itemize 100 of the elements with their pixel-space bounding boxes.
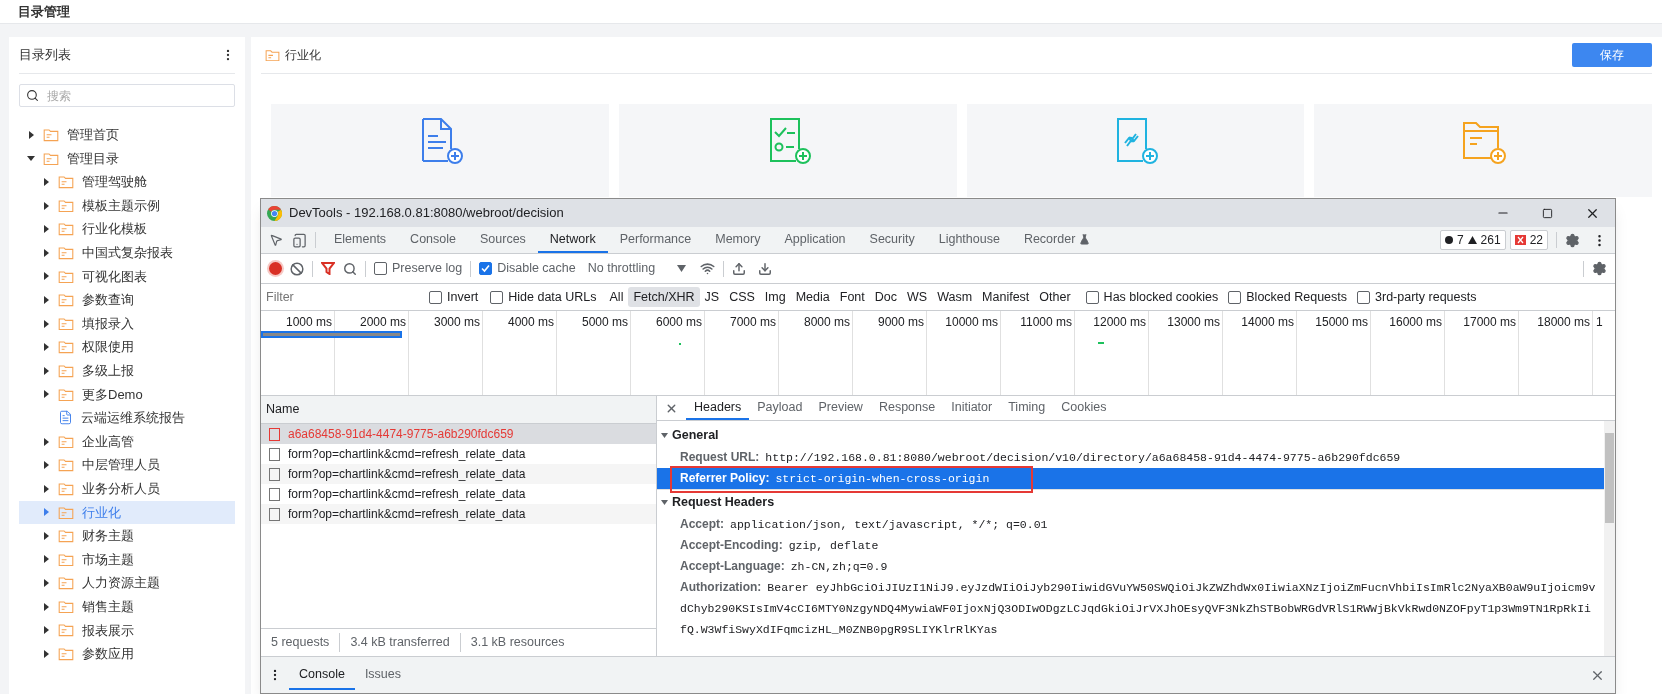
- tree-item[interactable]: 行业化模板: [19, 217, 235, 241]
- request-row[interactable]: form?op=chartlink&cmd=refresh_relate_data: [261, 504, 656, 524]
- section-title[interactable]: General: [672, 425, 719, 445]
- checkbox[interactable]: [1357, 290, 1371, 304]
- header-row[interactable]: Authorization: Bearer eyJhbGciOiJIUzI1NiJ9.eyJzdWIiOiJyb290IiwidGVuYW50SWQiOiJkZWZhdWx0IiwiaXNzIjoiZmFucnVhbiIsImRlc2NyaXB0aW9uIjoicm9vdChyb290KSIsImV4cCI6MTY0NzgyNDQ4MywiaWF0IjoxNjQ3ODIwODgzLCJqdGkiOiJrVXJhOEsyQVF3NkZhSTBobWRGdVRlS1RWWjBkVkRwd0NZOFpyT1p3Wm9TN1RpRkIifQ.W3WfiSwyXdIFqmcizHL_M0ZNB0pgR9SLIYKlrRlKYas: [657, 577, 1604, 640]
- tree-item[interactable]: 填报录入: [19, 311, 235, 336]
- collapsed-arrow-icon[interactable]: [42, 579, 50, 588]
- collapsed-arrow-icon[interactable]: [42, 295, 50, 304]
- details-tab[interactable]: Preview: [810, 396, 871, 420]
- collapsed-arrow-icon[interactable]: [42, 531, 50, 540]
- tree-item[interactable]: 业务分析人员: [19, 476, 235, 501]
- section-title[interactable]: Request Headers: [672, 492, 775, 512]
- request-row[interactable]: form?op=chartlink&cmd=refresh_relate_data: [261, 464, 656, 484]
- panel-tab[interactable]: Lighthouse: [926, 227, 1012, 253]
- panel-tab[interactable]: Memory: [703, 227, 773, 253]
- tree-item[interactable]: 财务主题: [19, 524, 235, 548]
- tree-item[interactable]: 更多Demo: [19, 382, 235, 407]
- tree-item[interactable]: 模板主题示例: [19, 193, 235, 218]
- settings-icon[interactable]: [1592, 261, 1607, 276]
- panel-tab[interactable]: Sources: [468, 227, 538, 253]
- checkbox[interactable]: [490, 290, 504, 304]
- collapsed-arrow-icon[interactable]: [42, 437, 50, 446]
- collapsed-arrow-icon[interactable]: [42, 201, 50, 210]
- network-conditions-icon[interactable]: [700, 261, 716, 276]
- header-row[interactable]: Referrer Policy: strict-origin-when-cross-origin: [657, 468, 1604, 489]
- tree-item[interactable]: 中层管理人员: [19, 453, 235, 477]
- tree-item[interactable]: 管理首页: [19, 123, 235, 147]
- search-icon[interactable]: [343, 261, 357, 276]
- type-filter-button[interactable]: Img: [759, 287, 791, 307]
- device-icon[interactable]: [292, 232, 307, 248]
- details-tab[interactable]: Timing: [1000, 396, 1054, 420]
- tree-item[interactable]: 市场主题: [19, 547, 235, 572]
- tree-item[interactable]: 管理驾驶舱: [19, 170, 235, 194]
- save-button[interactable]: 保存: [1572, 43, 1652, 67]
- panel-tab[interactable]: Security: [857, 227, 927, 253]
- expanded-arrow-icon[interactable]: [27, 154, 35, 163]
- details-tab[interactable]: Headers: [686, 396, 750, 420]
- collapsed-arrow-icon[interactable]: [42, 178, 50, 186]
- collapsed-arrow-icon[interactable]: [42, 555, 50, 564]
- tree-item[interactable]: 参数查询: [19, 288, 235, 312]
- type-filter-button[interactable]: Other: [1034, 287, 1076, 307]
- drawer-tab[interactable]: Console: [289, 660, 355, 690]
- type-filter-button[interactable]: Fetch/XHR: [628, 287, 700, 307]
- expand-arrow-icon[interactable]: [661, 498, 668, 506]
- upload-icon[interactable]: [732, 261, 747, 276]
- error-counts[interactable]: 22: [1509, 230, 1548, 250]
- type-filter-button[interactable]: Manifest: [977, 287, 1035, 307]
- tree-item[interactable]: 云端运维系统报告: [19, 406, 235, 430]
- panel-tab[interactable]: Recorder: [1011, 227, 1103, 253]
- throttling-dropdown[interactable]: No throttling: [587, 259, 687, 278]
- collapsed-arrow-icon[interactable]: [42, 272, 50, 281]
- type-filter-button[interactable]: CSS: [724, 287, 760, 307]
- collapsed-arrow-icon[interactable]: [42, 602, 50, 611]
- header-row[interactable]: Accept-Language: zh-CN,zh;q=0.9: [657, 556, 1604, 577]
- tree-item[interactable]: 报表展示: [19, 618, 235, 643]
- details-tab[interactable]: Payload: [749, 396, 811, 420]
- message-counts[interactable]: 7 261: [1439, 230, 1506, 250]
- record-button[interactable]: [269, 262, 282, 275]
- drawer-tab[interactable]: Issues: [354, 660, 411, 690]
- panel-tab[interactable]: Network: [537, 227, 608, 253]
- type-filter-button[interactable]: Font: [834, 287, 870, 307]
- clear-icon[interactable]: [290, 261, 304, 276]
- settings-icon[interactable]: [1565, 232, 1580, 248]
- inspect-icon[interactable]: [269, 233, 283, 247]
- collapsed-arrow-icon[interactable]: [42, 461, 50, 470]
- checkbox[interactable]: [429, 290, 442, 304]
- collapsed-arrow-icon[interactable]: [42, 390, 50, 399]
- checkbox[interactable]: [479, 262, 493, 275]
- details-tab[interactable]: Response: [870, 396, 944, 420]
- tree-item[interactable]: 参数应用: [19, 642, 235, 666]
- tree-item[interactable]: 企业高管: [19, 429, 235, 454]
- type-filter-button[interactable]: All: [604, 287, 629, 307]
- collapsed-arrow-icon[interactable]: [42, 626, 50, 635]
- header-row[interactable]: Request URL: http://192.168.0.81:8080/webroot/decision/v10/directory/a6a68458-91d4-4474-9775-a6b290fdc659: [657, 447, 1604, 468]
- panel-tab[interactable]: Performance: [607, 227, 704, 253]
- filter-icon[interactable]: [321, 262, 335, 275]
- tree-item[interactable]: 权限使用: [19, 335, 235, 359]
- tree-item[interactable]: 人力资源主题: [19, 571, 235, 595]
- panel-tab[interactable]: Application: [772, 227, 858, 253]
- header-row[interactable]: Accept-Encoding: gzip, deflate: [657, 535, 1604, 556]
- details-tab[interactable]: Cookies: [1053, 396, 1115, 420]
- panel-tab[interactable]: Elements: [322, 227, 399, 253]
- type-filter-button[interactable]: Doc: [869, 287, 902, 307]
- collapsed-arrow-icon[interactable]: [27, 130, 35, 139]
- type-filter-button[interactable]: JS: [699, 287, 725, 307]
- checkbox[interactable]: [1085, 290, 1099, 304]
- collapsed-arrow-icon[interactable]: [42, 366, 50, 375]
- collapsed-arrow-icon[interactable]: [42, 484, 50, 493]
- expand-arrow-icon[interactable]: [661, 431, 668, 439]
- tree-item[interactable]: 中国式复杂报表: [19, 240, 235, 265]
- tree-item[interactable]: 多级上报: [19, 358, 235, 383]
- type-filter-button[interactable]: Media: [790, 287, 835, 307]
- collapsed-arrow-icon[interactable]: [42, 225, 50, 234]
- collapsed-arrow-icon[interactable]: [42, 649, 50, 658]
- checkbox[interactable]: [1228, 290, 1242, 304]
- column-header[interactable]: Name: [266, 400, 300, 419]
- type-filter-button[interactable]: Wasm: [932, 287, 978, 307]
- download-icon[interactable]: [758, 261, 773, 276]
- tree-item[interactable]: 销售主题: [19, 594, 235, 619]
- type-filter-button[interactable]: WS: [902, 287, 933, 307]
